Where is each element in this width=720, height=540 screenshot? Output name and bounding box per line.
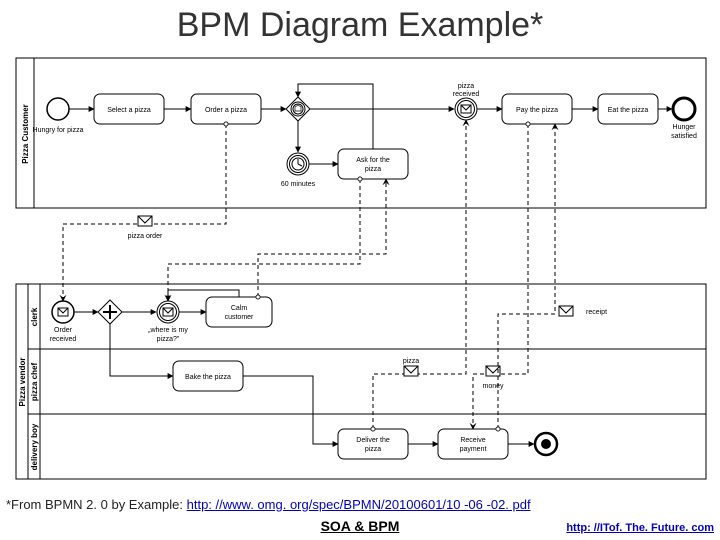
svg-text:Select a pizza: Select a pizza (107, 107, 151, 114)
task-pay-pizza: Pay the pizza (502, 94, 572, 124)
svg-text:Receive: Receive (460, 437, 485, 444)
msgflow-ask-to-vendor (168, 179, 360, 301)
parallel-gateway (98, 300, 122, 324)
task-order-pizza: Order a pizza (191, 94, 261, 124)
msg-icon-receipt: receipt (559, 306, 607, 316)
end-event-satisfied: Hunger satisfied (671, 98, 697, 140)
svg-text:pizza: pizza (403, 358, 419, 365)
svg-text:pizza: pizza (365, 166, 381, 173)
svg-text:customer: customer (225, 314, 254, 321)
svg-text:payment: payment (460, 446, 487, 453)
svg-text:money: money (482, 383, 504, 390)
msgflow-calm-reply (258, 179, 386, 297)
page-title: BPM Diagram Example* (0, 6, 720, 45)
svg-text:Ask for the: Ask for the (356, 157, 390, 164)
svg-text:60 minutes: 60 minutes (281, 181, 316, 188)
msgflow-receipt (498, 124, 555, 429)
msg-icon-money: money (482, 366, 504, 390)
lane-clerk-label: clerk (30, 307, 39, 326)
task-select-pizza: Select a pizza (94, 94, 164, 124)
svg-text:Hunger: Hunger (673, 124, 697, 131)
svg-text:pizza order: pizza order (128, 233, 163, 240)
svg-text:Hungry for pizza: Hungry for pizza (33, 127, 84, 134)
pool-customer-label: Pizza Customer (21, 104, 30, 164)
msg-icon-pizza: pizza (403, 358, 419, 376)
svg-text:receipt: receipt (586, 309, 607, 316)
svg-text:pizza: pizza (458, 83, 474, 90)
pool-vendor-label: Pizza vendor (18, 358, 27, 407)
task-calm-customer: Calm customer (206, 297, 272, 327)
corner-link[interactable]: http: //ITof. The. Future. com (566, 522, 714, 534)
svg-text:„where is my: „where is my (148, 327, 188, 334)
svg-text:Calm: Calm (231, 305, 248, 312)
task-receive-payment: Receive payment (438, 429, 508, 459)
timer-event-60min: 60 minutes (281, 153, 316, 188)
svg-text:Order: Order (54, 327, 73, 334)
svg-text:Bake the pizza: Bake the pizza (185, 374, 231, 381)
lane-delivery-label: delivery boy (30, 423, 39, 470)
footnote: *From BPMN 2. 0 by Example: http: //www.… (6, 497, 531, 512)
task-deliver-pizza: Deliver the pizza (338, 429, 408, 459)
msg-icon-pizza-order: pizza order (128, 216, 163, 240)
bpmn-diagram: Pizza Customer Hungry for pizza Select a… (8, 54, 712, 494)
svg-text:Eat the pizza: Eat the pizza (608, 107, 649, 114)
spec-link[interactable]: http: //www. omg. org/spec/BPMN/20100601… (187, 497, 531, 512)
task-bake-pizza: Bake the pizza (173, 361, 243, 391)
svg-text:received: received (453, 91, 480, 98)
msg-event-where-pizza: „where is my pizza?" (148, 301, 188, 343)
pool-customer: Pizza Customer Hungry for pizza Select a… (16, 58, 706, 208)
footnote-prefix: *From BPMN 2. 0 by Example: (6, 497, 187, 512)
task-eat-pizza: Eat the pizza (598, 94, 658, 124)
center-link[interactable]: SOA & BPM (321, 518, 400, 534)
svg-text:received: received (50, 336, 77, 343)
svg-text:pizza: pizza (365, 446, 381, 453)
end-event-terminate (535, 433, 557, 455)
msgflow-pizza-order (63, 124, 226, 301)
svg-text:Pay the pizza: Pay the pizza (516, 107, 558, 114)
start-event-hungry: Hungry for pizza (33, 98, 84, 134)
svg-text:pizza?": pizza?" (157, 336, 180, 343)
lane-chef-label: pizza chef (30, 363, 39, 402)
svg-text:Deliver the: Deliver the (356, 437, 390, 444)
svg-text:satisfied: satisfied (671, 133, 697, 140)
task-ask-pizza: Ask for the pizza (338, 149, 408, 179)
msg-event-pizza-received: pizza received (453, 83, 480, 120)
start-msg-order-received: Order received (50, 301, 77, 343)
event-gateway (286, 97, 310, 121)
svg-text:Order a pizza: Order a pizza (205, 107, 247, 114)
